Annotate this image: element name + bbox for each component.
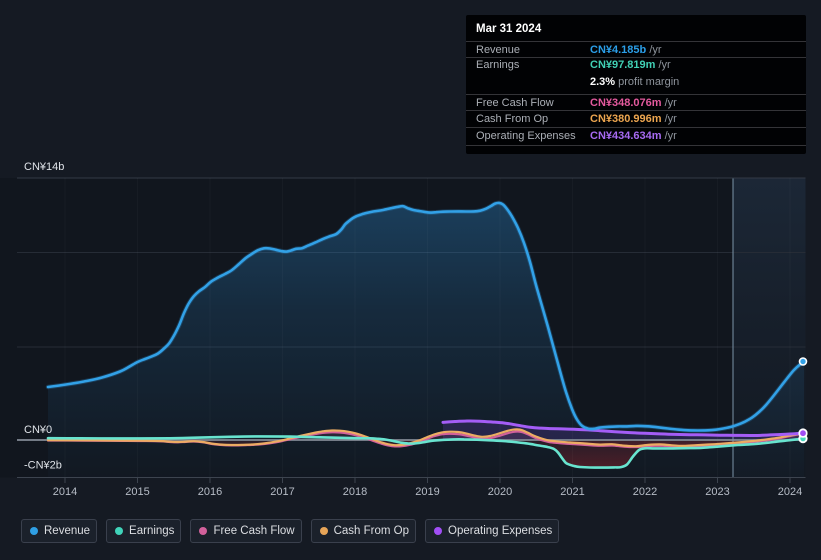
svg-text:2017: 2017 [270, 486, 294, 498]
svg-text:2020: 2020 [488, 486, 512, 498]
svg-text:2014: 2014 [53, 486, 77, 498]
svg-text:2022: 2022 [633, 486, 657, 498]
svg-text:2021: 2021 [560, 486, 584, 498]
svg-text:2019: 2019 [415, 486, 439, 498]
svg-text:2016: 2016 [198, 486, 222, 498]
svg-text:CN¥14b: CN¥14b [24, 161, 64, 173]
svg-text:CN¥0: CN¥0 [24, 424, 52, 436]
svg-text:2023: 2023 [705, 486, 729, 498]
svg-text:2015: 2015 [125, 486, 149, 498]
svg-text:2018: 2018 [343, 486, 367, 498]
svg-text:-CN¥2b: -CN¥2b [24, 460, 62, 472]
svg-text:2024: 2024 [778, 486, 802, 498]
